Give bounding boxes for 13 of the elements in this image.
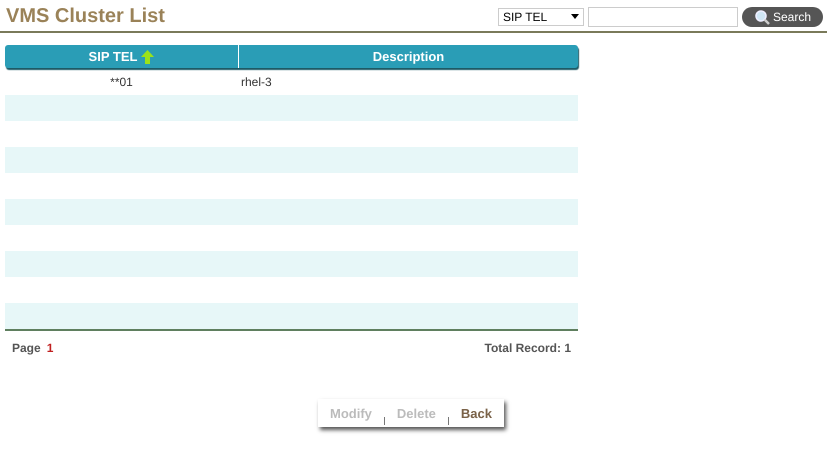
search-input[interactable]	[588, 6, 738, 26]
search-button[interactable]: Search	[742, 6, 823, 26]
column-header[interactable]: SIP TEL	[5, 45, 238, 68]
total-record: Total Record: 1	[484, 341, 571, 355]
page-number[interactable]: 1	[46, 341, 54, 355]
page-label: Page	[12, 341, 41, 355]
search-icon	[754, 8, 770, 24]
table-cell-text: rhel-3	[240, 75, 273, 89]
column-header[interactable]: Description	[238, 45, 578, 68]
search-field-select[interactable]: SIP TEL	[498, 8, 584, 26]
table-cell-text: **01	[109, 75, 134, 89]
page-title: VMS Cluster List	[6, 5, 165, 28]
action-button[interactable]: Back	[448, 399, 504, 427]
